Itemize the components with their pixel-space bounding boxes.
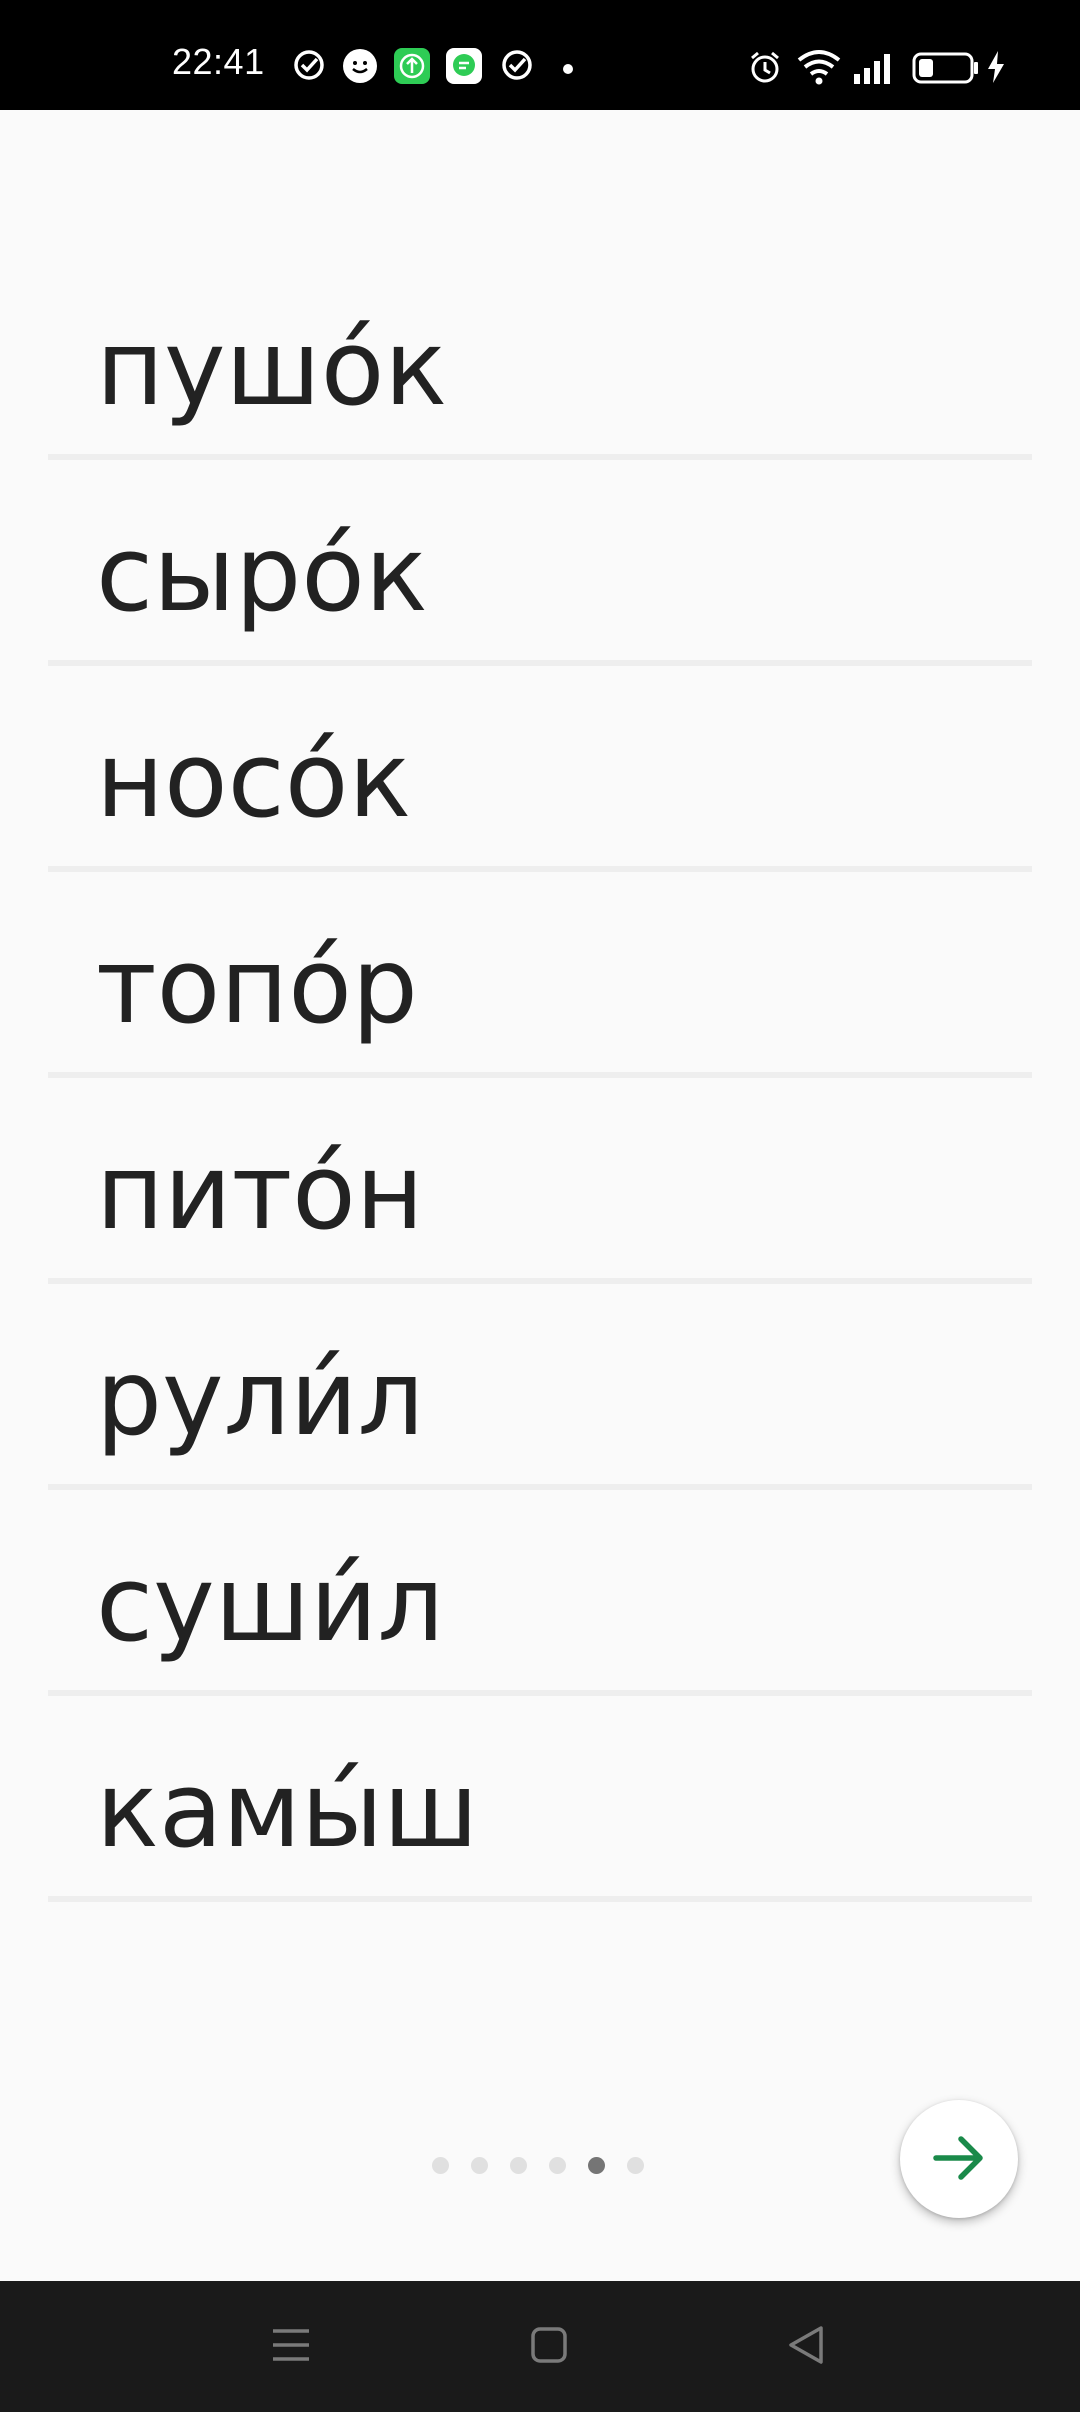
menu-icon — [271, 2327, 311, 2367]
page-dot — [471, 2157, 488, 2174]
wifi-icon — [796, 48, 842, 90]
charging-icon — [986, 50, 1006, 88]
status-time: 22:41 — [172, 41, 265, 82]
list-item[interactable]: суши́л — [48, 1490, 1032, 1696]
list-item[interactable]: сыро́к — [48, 460, 1032, 666]
word-text: носо́к — [96, 719, 412, 841]
list-item[interactable]: пушо́к — [48, 258, 1032, 460]
word-text: рули́л — [96, 1337, 425, 1459]
back-icon — [787, 2325, 825, 2369]
page-dot-active — [588, 2157, 605, 2174]
next-button[interactable] — [900, 2100, 1018, 2218]
home-icon — [530, 2326, 568, 2368]
word-text: камы́ш — [96, 1749, 479, 1871]
chat-app-icon — [446, 48, 482, 88]
battery-icon — [912, 52, 980, 88]
task-done-icon — [500, 48, 534, 86]
word-text: топо́р — [96, 925, 418, 1047]
home-button[interactable] — [489, 2281, 609, 2412]
word-list: пушо́к сыро́к носо́к топо́р пито́н рули́… — [48, 258, 1032, 1902]
word-text: пито́н — [96, 1131, 424, 1253]
navigation-bar — [0, 2281, 1080, 2412]
list-item[interactable]: рули́л — [48, 1284, 1032, 1490]
signal-icon — [852, 52, 896, 88]
list-item[interactable]: носо́к — [48, 666, 1032, 872]
back-button[interactable] — [746, 2281, 866, 2412]
word-text: пушо́к — [96, 307, 448, 429]
alarm-icon — [748, 50, 782, 88]
list-item[interactable]: камы́ш — [48, 1696, 1032, 1902]
upload-app-icon — [394, 48, 430, 88]
word-text: сыро́к — [96, 513, 428, 635]
page-dot — [549, 2157, 566, 2174]
word-text: суши́л — [96, 1543, 444, 1665]
status-bar: 22:41 — [0, 0, 1080, 110]
page-dot — [510, 2157, 527, 2174]
list-item[interactable]: топо́р — [48, 872, 1032, 1078]
menu-button[interactable] — [231, 2281, 351, 2412]
page-dot — [627, 2157, 644, 2174]
arrow-right-icon — [930, 2129, 988, 2190]
list-item[interactable]: пито́н — [48, 1078, 1032, 1284]
smiley-app-icon — [342, 48, 378, 88]
page-dot — [432, 2157, 449, 2174]
task-done-icon — [292, 48, 326, 86]
more-dot-icon — [562, 60, 574, 79]
